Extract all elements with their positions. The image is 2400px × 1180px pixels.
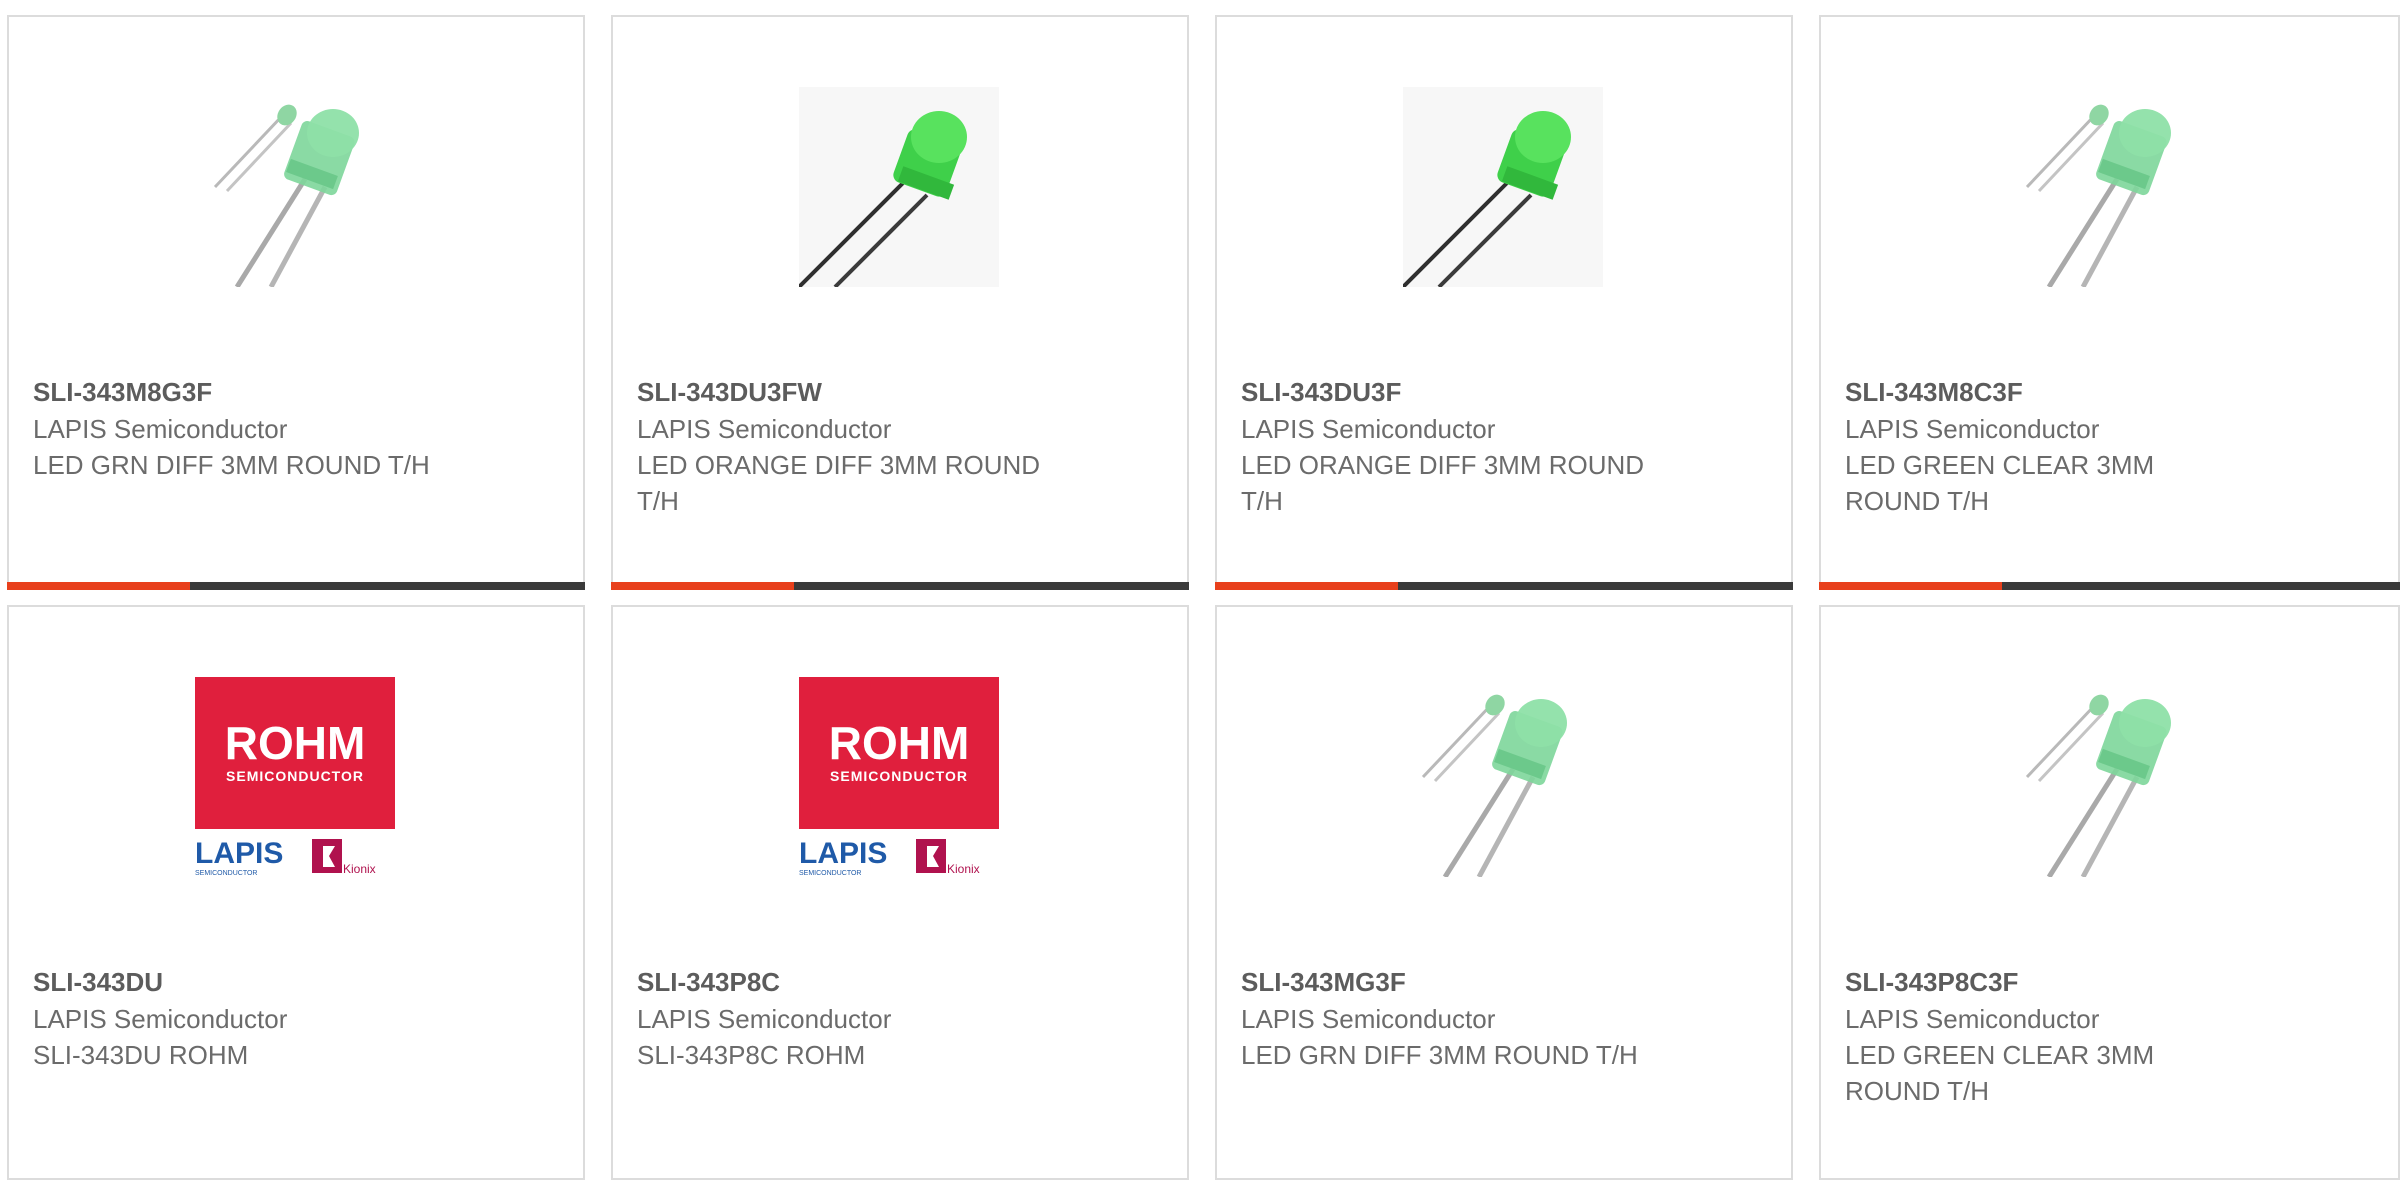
description: LED GRN DIFF 3MM ROUND T/H <box>1241 1040 1638 1070</box>
part-number[interactable]: SLI-343DU <box>33 964 163 1000</box>
led-green-diffused-image <box>195 87 395 287</box>
manufacturer: LAPIS Semiconductor <box>637 414 892 444</box>
manufacturer: LAPIS Semiconductor <box>33 1004 288 1034</box>
part-number[interactable]: SLI-343M8C3F <box>1845 374 2023 410</box>
led-green-flanged-image <box>1403 87 1603 287</box>
accent-bar <box>7 582 190 590</box>
description: LED ORANGE DIFF 3MM ROUND T/H <box>1241 450 1645 516</box>
product-card[interactable]: SLI-343P8C3F LAPIS Semiconductor LED GRE… <box>1819 605 2400 1180</box>
kionix-text: Kionix <box>343 862 376 876</box>
product-card[interactable]: SLI-343MG3F LAPIS Semiconductor LED GRN … <box>1215 605 1793 1180</box>
card-bottom-bar <box>1819 582 2400 590</box>
manufacturer: LAPIS Semiconductor <box>1845 414 2100 444</box>
accent-bar <box>611 582 794 590</box>
rohm-text: ROHM <box>225 717 366 769</box>
part-number[interactable]: SLI-343DU3FW <box>637 374 822 410</box>
lapis-text: LAPIS <box>799 837 887 870</box>
product-card[interactable]: ROHM SEMICONDUCTOR LAPIS SEMICONDUCTOR K… <box>611 605 1189 1180</box>
rohm-lapis-kionix-logo: ROHM SEMICONDUCTOR LAPIS SEMICONDUCTOR K… <box>799 677 999 877</box>
card-bottom-bar <box>611 582 1189 590</box>
lapis-text: LAPIS <box>195 837 283 870</box>
product-grid: SLI-343M8G3F LAPIS Semiconductor LED GRN… <box>0 0 2400 1180</box>
part-number[interactable]: SLI-343P8C <box>637 964 780 1000</box>
part-number[interactable]: SLI-343MG3F <box>1241 964 1406 1000</box>
part-number[interactable]: SLI-343M8G3F <box>33 374 212 410</box>
kionix-text: Kionix <box>947 862 980 876</box>
accent-bar <box>1819 582 2002 590</box>
part-number[interactable]: SLI-343P8C3F <box>1845 964 2018 1000</box>
lapis-sub-text: SEMICONDUCTOR <box>195 870 257 877</box>
manufacturer: LAPIS Semiconductor <box>1845 1004 2100 1034</box>
part-number[interactable]: SLI-343DU3F <box>1241 374 1401 410</box>
manufacturer: LAPIS Semiconductor <box>1241 414 1496 444</box>
card-bottom-bar <box>7 582 585 590</box>
description: LED GREEN CLEAR 3MM ROUND T/H <box>1845 1040 2155 1106</box>
led-green-diffused-image <box>1403 677 1603 877</box>
led-green-diffused-image <box>2007 677 2207 877</box>
accent-bar <box>1215 582 1398 590</box>
manufacturer: LAPIS Semiconductor <box>637 1004 892 1034</box>
description: SLI-343DU ROHM <box>33 1040 249 1070</box>
manufacturer: LAPIS Semiconductor <box>33 414 288 444</box>
description: LED GRN DIFF 3MM ROUND T/H <box>33 450 430 480</box>
product-card[interactable]: SLI-343DU3FW LAPIS Semiconductor LED ORA… <box>611 15 1189 590</box>
product-card[interactable]: ROHM SEMICONDUCTOR LAPIS SEMICONDUCTOR K… <box>7 605 585 1180</box>
rohm-lapis-kionix-logo: ROHM SEMICONDUCTOR LAPIS SEMICONDUCTOR K… <box>195 677 395 877</box>
product-card[interactable]: SLI-343M8C3F LAPIS Semiconductor LED GRE… <box>1819 15 2400 590</box>
product-card[interactable]: SLI-343M8G3F LAPIS Semiconductor LED GRN… <box>7 15 585 590</box>
description: LED ORANGE DIFF 3MM ROUND T/H <box>637 450 1041 516</box>
lapis-sub-text: SEMICONDUCTOR <box>799 870 861 877</box>
rohm-sub-text: SEMICONDUCTOR <box>226 768 364 784</box>
led-green-flanged-image <box>799 87 999 287</box>
rohm-text: ROHM <box>829 717 970 769</box>
manufacturer: LAPIS Semiconductor <box>1241 1004 1496 1034</box>
card-bottom-bar <box>1215 582 1793 590</box>
description: SLI-343P8C ROHM <box>637 1040 866 1070</box>
description: LED GREEN CLEAR 3MM ROUND T/H <box>1845 450 2155 516</box>
rohm-sub-text: SEMICONDUCTOR <box>830 768 968 784</box>
led-green-diffused-image <box>2007 87 2207 287</box>
product-card[interactable]: SLI-343DU3F LAPIS Semiconductor LED ORAN… <box>1215 15 1793 590</box>
